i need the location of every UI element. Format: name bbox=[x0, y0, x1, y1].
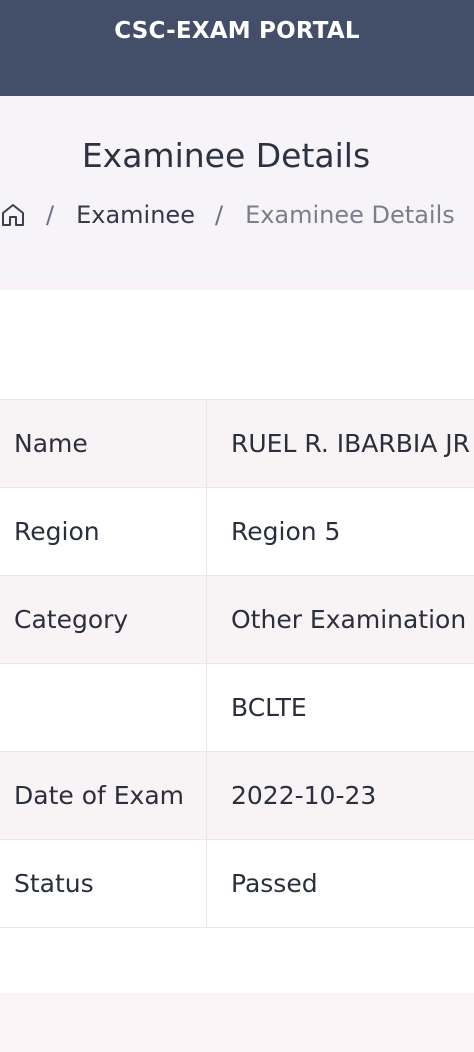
row-label: Region bbox=[0, 488, 207, 575]
table-row: Date of Exam 2022-10-23 bbox=[0, 752, 474, 840]
table-row: Region Region 5 bbox=[0, 488, 474, 576]
breadcrumb: / Examinee / Examinee Details bbox=[0, 198, 455, 232]
table-row: BCLTE bbox=[0, 664, 474, 752]
page-title: Examinee Details bbox=[81, 136, 371, 175]
row-label: Status bbox=[0, 840, 207, 927]
row-value: Region 5 bbox=[231, 517, 341, 546]
row-value: Passed bbox=[231, 869, 318, 898]
table-row: Category Other Examination bbox=[0, 576, 474, 664]
table-row: Status Passed bbox=[0, 840, 474, 928]
row-label bbox=[0, 664, 207, 751]
app-header: CSC-EXAM PORTAL bbox=[0, 0, 474, 96]
row-value: RUEL R. IBARBIA JR bbox=[231, 429, 471, 458]
app-title: CSC-EXAM PORTAL bbox=[114, 18, 360, 44]
examinee-details-table: Name RUEL R. IBARBIA JR Region Region 5 … bbox=[0, 399, 474, 928]
row-value: 2022-10-23 bbox=[231, 781, 377, 810]
row-label: Date of Exam bbox=[0, 752, 207, 839]
table-row: Name RUEL R. IBARBIA JR bbox=[0, 399, 474, 488]
home-icon[interactable] bbox=[0, 202, 26, 228]
row-value: Other Examination bbox=[231, 605, 467, 634]
row-label: Name bbox=[0, 400, 207, 487]
breadcrumb-separator: / bbox=[214, 201, 224, 229]
row-value: BCLTE bbox=[231, 693, 307, 722]
breadcrumb-item-current: Examinee Details bbox=[245, 201, 455, 229]
footer-strip bbox=[0, 993, 474, 1052]
breadcrumb-item-examinee[interactable]: Examinee bbox=[76, 201, 195, 229]
title-section bbox=[0, 96, 474, 290]
breadcrumb-separator: / bbox=[46, 201, 55, 229]
row-label: Category bbox=[0, 576, 207, 663]
title-section-divider bbox=[0, 284, 474, 290]
